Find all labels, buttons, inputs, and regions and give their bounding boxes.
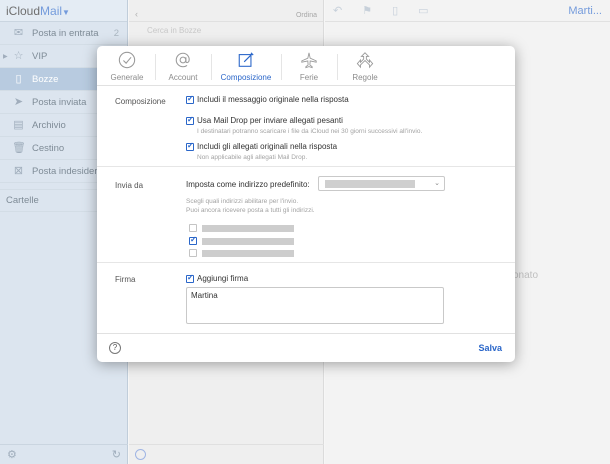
include-attachments-option[interactable]: Includi gli allegati originali nella ris…	[186, 141, 337, 151]
rules-arrows-icon	[355, 50, 375, 70]
address-row[interactable]	[189, 235, 294, 245]
composition-section: Composizione Includi il messaggio origin…	[97, 86, 515, 167]
tab-composition[interactable]: Composizione	[213, 46, 282, 85]
send-from-hint-1: Scegli quali indirizzi abilitare per l'i…	[186, 198, 299, 205]
address-checkbox[interactable]	[189, 235, 197, 245]
address-row[interactable]	[189, 249, 294, 257]
include-attachments-hint: Non applicabile agli allegati Mail Drop.	[197, 154, 308, 161]
mail-drop-checkbox[interactable]	[186, 115, 194, 125]
tab-account[interactable]: Account	[157, 46, 212, 85]
chevron-down-icon: ⌄	[434, 180, 440, 187]
add-signature-option[interactable]: Aggiungi firma	[186, 273, 248, 283]
help-button[interactable]: ?	[109, 342, 121, 354]
tab-general[interactable]: Generale	[101, 46, 156, 85]
compose-icon	[236, 50, 256, 70]
preferences-dialog: Generale Account Composizione Ferie Rego…	[97, 46, 515, 362]
send-from-section: Invia da Imposta come indirizzo predefin…	[97, 167, 515, 263]
at-sign-icon	[173, 50, 193, 70]
save-button[interactable]: Salva	[478, 343, 502, 353]
include-original-option[interactable]: Includi il messaggio originale nella ris…	[186, 94, 349, 104]
include-attachments-checkbox[interactable]	[186, 141, 194, 151]
tab-vacation[interactable]: Ferie	[283, 46, 338, 85]
address-value	[202, 249, 294, 257]
dialog-footer: ? Salva	[97, 333, 515, 362]
send-from-label: Invia da	[115, 181, 144, 190]
add-signature-checkbox[interactable]	[186, 273, 194, 283]
address-row[interactable]	[189, 224, 294, 232]
mail-drop-hint: I destinatari potranno scaricare i file …	[197, 128, 423, 135]
preferences-tabs: Generale Account Composizione Ferie Rego…	[97, 46, 515, 86]
airplane-icon	[299, 50, 319, 70]
signature-section: Firma Aggiungi firma Martina	[97, 263, 515, 333]
address-value	[202, 224, 294, 232]
default-address-select[interactable]: ⌄	[318, 176, 445, 191]
mail-drop-option[interactable]: Usa Mail Drop per inviare allegati pesan…	[186, 115, 343, 125]
tab-rules[interactable]: Regole	[339, 46, 391, 85]
send-from-hint-2: Puoi ancora ricevere posta a tutti gli i…	[186, 207, 315, 214]
address-checkbox[interactable]	[189, 249, 197, 257]
signature-textarea[interactable]: Martina	[186, 287, 444, 324]
default-address-value	[325, 180, 415, 188]
composition-label: Composizione	[115, 97, 166, 106]
include-original-checkbox[interactable]	[186, 94, 194, 104]
address-value	[202, 237, 294, 245]
default-address-label: Imposta come indirizzo predefinito:	[186, 180, 310, 189]
signature-label: Firma	[115, 275, 136, 284]
checkmark-circle-icon	[117, 50, 137, 70]
address-checkbox[interactable]	[189, 224, 197, 232]
